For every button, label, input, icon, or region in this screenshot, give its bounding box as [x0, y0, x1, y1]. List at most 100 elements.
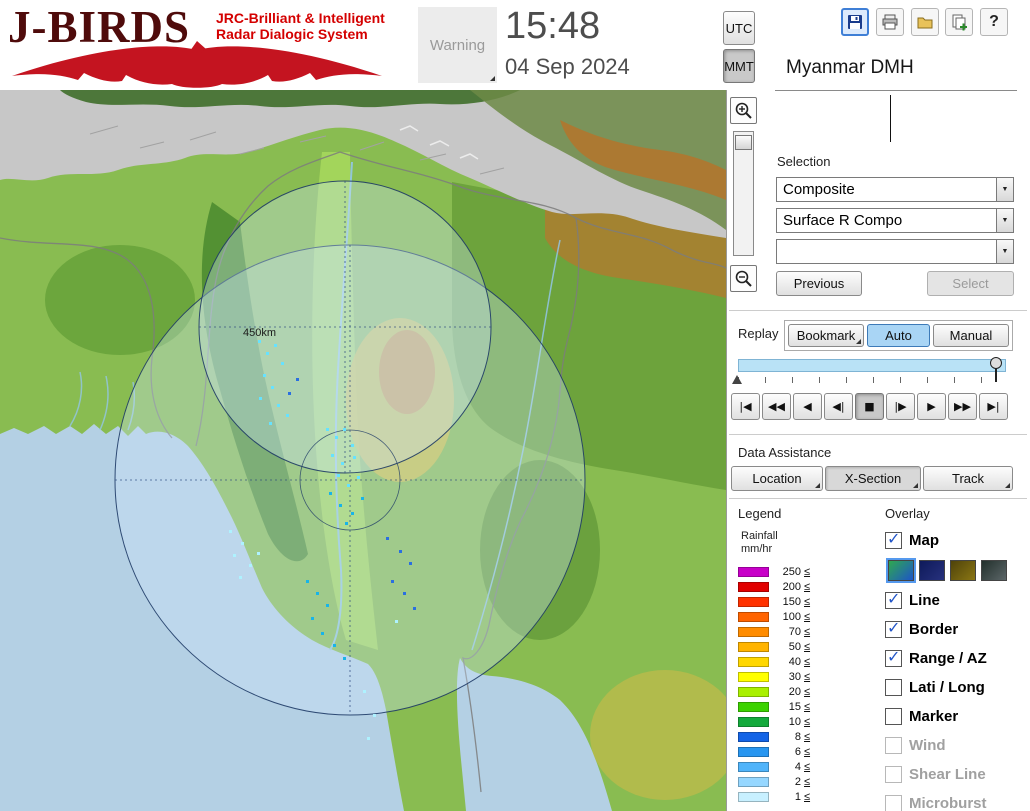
separator — [729, 498, 1027, 499]
manual-button[interactable]: Manual — [933, 324, 1009, 347]
legend-color-swatch — [738, 671, 769, 682]
checkbox[interactable]: ✓ — [885, 618, 902, 638]
legend-color-swatch — [738, 701, 769, 712]
checkbox — [885, 766, 902, 783]
previous-button[interactable]: Previous — [776, 271, 862, 296]
playback-skip-end-button[interactable]: ▶| — [979, 393, 1008, 420]
legend-leq-symbol: ≤ — [804, 730, 811, 743]
overlay-item-line[interactable]: ✓ Line — [885, 586, 1027, 615]
legend-row: 50 ≤ — [738, 639, 810, 654]
map-style-olive-swatch[interactable] — [950, 560, 976, 581]
legend-leq-symbol: ≤ — [804, 790, 811, 803]
legend-leq-symbol: ≤ — [804, 640, 811, 653]
timezone-utc-button[interactable]: UTC — [723, 11, 755, 45]
save-icon — [848, 15, 862, 29]
warning-button[interactable]: Warning — [418, 7, 497, 83]
zoom-out-button[interactable] — [730, 265, 757, 292]
timezone-mmt-button[interactable]: MMT — [723, 49, 755, 83]
legend-value: 1 — [794, 790, 801, 803]
chevron-down-icon[interactable]: ▼ — [996, 178, 1013, 201]
timeline-handle[interactable] — [989, 356, 1003, 382]
overlay-item-label: Line — [909, 592, 940, 609]
checkbox[interactable]: ✓ — [885, 647, 902, 667]
legend-value: 50 — [788, 640, 801, 653]
save-button[interactable] — [841, 8, 869, 36]
legend-value: 4 — [794, 760, 801, 773]
replay-timeline-track[interactable] — [738, 359, 1006, 372]
selection-label: Selection — [777, 154, 831, 169]
legend-row: 8 ≤ — [738, 729, 810, 744]
legend-value: 100 — [782, 610, 801, 623]
open-file-button[interactable] — [911, 8, 939, 36]
jbirds-application: J-BIRDS JRC-Brilliant & Intelligent Rada… — [0, 0, 1030, 811]
playback-fast-forward-button[interactable]: ▶▶ — [948, 393, 977, 420]
chevron-down-icon[interactable]: ▼ — [996, 240, 1013, 263]
overlay-item-border[interactable]: ✓ Border — [885, 615, 1027, 644]
overlay-item-lati-long[interactable]: Lati / Long — [885, 673, 1027, 702]
radar-map-view[interactable]: 450km — [0, 90, 726, 811]
check-icon: ✓ — [887, 618, 901, 637]
location-button[interactable]: Location — [731, 466, 823, 491]
legend-color-swatch — [738, 761, 769, 772]
legend-leq-symbol: ≤ — [804, 595, 811, 608]
playback-stop-button[interactable]: ■ — [855, 393, 884, 420]
separator — [729, 434, 1027, 435]
overlay-item-range-az[interactable]: ✓ Range / AZ — [885, 644, 1027, 673]
bookmark-button[interactable]: Bookmark — [788, 324, 864, 347]
legend-row: 150 ≤ — [738, 594, 810, 609]
map-style-navy-swatch[interactable] — [919, 560, 945, 581]
playback-next-frame-button[interactable]: |▶ — [886, 393, 915, 420]
playback-skip-start-button[interactable]: |◀ — [731, 393, 760, 420]
legend-color-swatch — [738, 686, 769, 697]
overlay-item-map[interactable]: ✓ Map — [885, 526, 1027, 555]
zoom-in-button[interactable] — [730, 97, 757, 124]
playback-play-button[interactable]: ▶ — [917, 393, 946, 420]
help-icon: ? — [989, 13, 999, 30]
map-style-terrain-swatch[interactable] — [886, 558, 916, 583]
print-icon — [882, 14, 898, 30]
new-window-button[interactable] — [945, 8, 973, 36]
previous-button-label: Previous — [793, 276, 845, 291]
overlay-item-marker[interactable]: Marker — [885, 702, 1027, 731]
xsection-button[interactable]: X-Section — [825, 466, 921, 491]
print-button[interactable] — [876, 8, 904, 36]
legend-color-swatch — [738, 641, 769, 652]
checkbox[interactable]: ✓ — [885, 529, 902, 549]
legend-value: 10 — [788, 715, 801, 728]
legend-unit-line1: Rainfall — [741, 530, 778, 542]
legend-row: 40 ≤ — [738, 654, 810, 669]
timeline-ticks — [738, 377, 1006, 383]
map-style-dark-swatch[interactable] — [981, 560, 1007, 581]
track-button[interactable]: Track — [923, 466, 1013, 491]
auto-button[interactable]: Auto — [867, 324, 930, 347]
product-dropdown[interactable]: Surface R Compo ▼ — [776, 208, 1014, 233]
legend-color-swatch — [738, 626, 769, 637]
checkbox[interactable]: ✓ — [885, 589, 902, 609]
playback-prev-frame-button[interactable]: ◀| — [824, 393, 853, 420]
playback-fast-rewind-button[interactable]: ◀◀ — [762, 393, 791, 420]
select-button[interactable]: Select — [927, 271, 1014, 296]
help-button[interactable]: ? — [980, 8, 1008, 36]
dropdown-value: Composite — [783, 181, 855, 198]
zoom-slider[interactable] — [733, 131, 754, 256]
range-ring-label: 450km — [243, 327, 276, 339]
timeline-handle-icon — [990, 357, 1002, 382]
eagle-logo-icon — [12, 41, 382, 88]
playback-step-back-button[interactable]: ◀ — [793, 393, 822, 420]
chevron-down-icon[interactable]: ▼ — [996, 209, 1013, 232]
legend-color-swatch — [738, 596, 769, 607]
legend-leq-symbol: ≤ — [804, 670, 811, 683]
checkbox[interactable] — [885, 708, 902, 725]
option-dropdown[interactable]: ▼ — [776, 239, 1014, 264]
utc-button-label: UTC — [725, 20, 753, 36]
legend-row: 15 ≤ — [738, 699, 810, 714]
legend-value: 6 — [794, 745, 801, 758]
xsection-button-label: X-Section — [844, 471, 902, 486]
legend-row: 10 ≤ — [738, 714, 810, 729]
legend-unit: Rainfall mm/hr — [741, 530, 778, 556]
zoom-slider-thumb[interactable] — [735, 135, 752, 150]
overlay-item-wind: Wind — [885, 731, 1027, 760]
legend-color-swatch — [738, 776, 769, 787]
checkbox[interactable] — [885, 679, 902, 696]
composite-dropdown[interactable]: Composite ▼ — [776, 177, 1014, 202]
